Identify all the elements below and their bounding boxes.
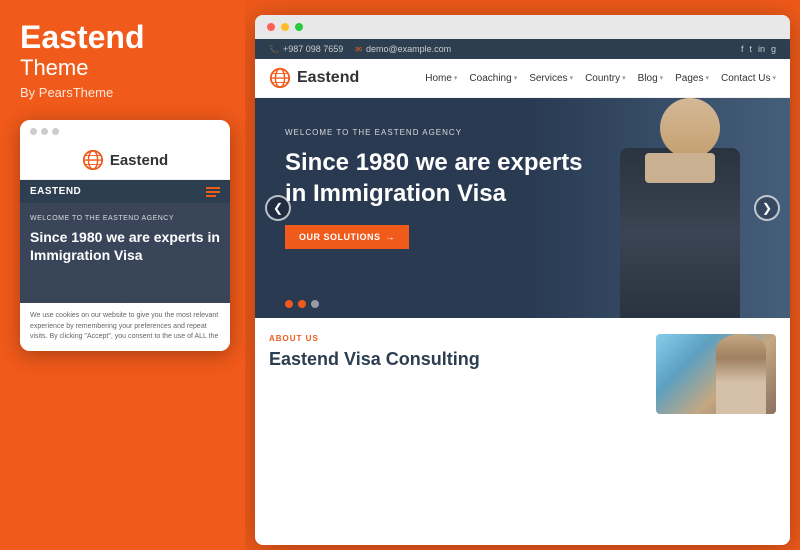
hero-cta-button[interactable]: OUR SOLUTIONS →	[285, 225, 409, 249]
about-image	[656, 334, 776, 414]
topbar-left: 📞 +987 098 7659 ✉ demo@example.com	[269, 44, 451, 54]
about-text: ABOUT US Eastend Visa Consulting	[269, 334, 642, 414]
brand-subtitle: Theme	[20, 55, 225, 81]
mobile-logo-text: Eastend	[110, 152, 168, 169]
mobile-hero-title: Since 1980 we are experts in Immigration…	[30, 228, 220, 264]
nav-services[interactable]: Services▾	[529, 73, 573, 84]
nav-home-arrow: ▾	[454, 74, 458, 82]
hero-prev-button[interactable]: ❮	[265, 195, 291, 221]
site-hero: WELCOME TO THE EASTEND AGENCY Since 1980…	[255, 98, 790, 318]
mobile-nav-label: EASTEND	[30, 186, 81, 197]
mobile-dot-1	[30, 128, 37, 135]
topbar-phone: 📞 +987 098 7659	[269, 44, 343, 54]
about-person-silhouette	[716, 334, 766, 414]
hero-cta-label: OUR SOLUTIONS	[299, 232, 381, 242]
browser-panel: 📞 +987 098 7659 ✉ demo@example.com f t i…	[255, 15, 790, 545]
nav-coaching[interactable]: Coaching▾	[469, 73, 517, 84]
site-logo: Eastend	[269, 67, 359, 89]
site-nav: Home▾ Coaching▾ Services▾ Country▾ Blog▾…	[425, 73, 776, 84]
brand-name: Eastend	[20, 20, 225, 55]
browser-dot-red[interactable]	[267, 23, 275, 31]
nav-country-arrow: ▾	[622, 74, 626, 82]
hero-content: WELCOME TO THE EASTEND AGENCY Since 1980…	[255, 98, 790, 269]
google-icon[interactable]: g	[771, 44, 776, 54]
facebook-icon[interactable]: f	[741, 44, 744, 54]
brand-by: By PearsTheme	[20, 85, 225, 100]
hero-title: Since 1980 we are experts in Immigration…	[285, 147, 585, 209]
nav-country[interactable]: Country▾	[585, 73, 626, 84]
browser-dot-green[interactable]	[295, 23, 303, 31]
about-tag: ABOUT US	[269, 334, 642, 343]
site-topbar: 📞 +987 098 7659 ✉ demo@example.com f t i…	[255, 39, 790, 59]
nav-services-arrow: ▾	[570, 74, 574, 82]
nav-home[interactable]: Home▾	[425, 73, 457, 84]
hero-welcome: WELCOME TO THE EASTEND AGENCY	[285, 128, 770, 137]
about-title: Eastend Visa Consulting	[269, 349, 642, 371]
nav-coaching-arrow: ▾	[514, 74, 518, 82]
nav-contact-arrow: ▾	[772, 74, 776, 82]
mobile-hero: WELCOME TO THE EASTEND AGENCY Since 1980…	[20, 203, 230, 303]
left-panel: Eastend Theme By PearsTheme Eastend EAST…	[0, 0, 245, 550]
topbar-email: ✉ demo@example.com	[355, 44, 451, 54]
browser-dot-yellow[interactable]	[281, 23, 289, 31]
mobile-top-bar	[20, 120, 230, 141]
topbar-social: f t in g	[741, 44, 776, 54]
nav-pages[interactable]: Pages▾	[675, 73, 709, 84]
nav-blog[interactable]: Blog▾	[638, 73, 664, 84]
hero-title-line2: in Immigration Visa	[285, 180, 506, 207]
nav-contact[interactable]: Contact Us▾	[721, 73, 776, 84]
hero-dot-1[interactable]	[285, 300, 293, 308]
site-header: Eastend Home▾ Coaching▾ Services▾ Countr…	[255, 59, 790, 98]
site-logo-text: Eastend	[297, 69, 359, 87]
browser-chrome	[255, 15, 790, 39]
hero-cta-arrow: →	[386, 232, 396, 242]
mobile-dot-2	[41, 128, 48, 135]
hero-next-button[interactable]: ❯	[754, 195, 780, 221]
mobile-dots	[30, 128, 59, 135]
phone-icon: 📞	[269, 45, 279, 54]
hero-dots	[285, 300, 319, 308]
instagram-icon[interactable]: in	[758, 44, 765, 54]
twitter-icon[interactable]: t	[749, 44, 752, 54]
mobile-hamburger-icon[interactable]	[206, 187, 220, 197]
site-about: ABOUT US Eastend Visa Consulting	[255, 318, 790, 430]
nav-pages-arrow: ▾	[706, 74, 710, 82]
mobile-mockup: Eastend EASTEND WELCOME TO THE EASTEND A…	[20, 120, 230, 351]
hero-dot-2[interactable]	[298, 300, 306, 308]
mobile-bottom-text: We use cookies on our website to give yo…	[20, 303, 230, 351]
phone-number: +987 098 7659	[283, 44, 343, 54]
mobile-welcome-text: WELCOME TO THE EASTEND AGENCY	[30, 215, 220, 222]
email-icon: ✉	[355, 45, 362, 54]
mobile-dot-3	[52, 128, 59, 135]
mobile-logo-bar: Eastend	[20, 141, 230, 180]
mobile-globe-icon	[82, 149, 104, 171]
hero-dot-3[interactable]	[311, 300, 319, 308]
email-address: demo@example.com	[366, 44, 451, 54]
site-globe-icon	[269, 67, 291, 89]
hero-title-line1: Since 1980 we are experts	[285, 149, 583, 176]
nav-blog-arrow: ▾	[660, 74, 664, 82]
mobile-nav-bar: EASTEND	[20, 180, 230, 203]
